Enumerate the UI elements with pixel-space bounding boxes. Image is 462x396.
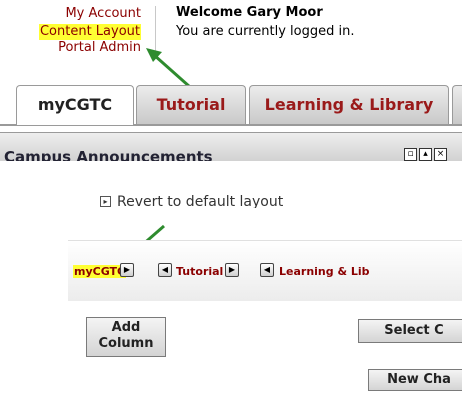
header-divider: [155, 6, 156, 58]
select-content-button[interactable]: Select C: [358, 319, 462, 343]
welcome-text: Welcome Gary Moor: [176, 5, 323, 20]
window-icon[interactable]: ▫: [404, 148, 417, 161]
layout-tab-learning-library[interactable]: Learning & Lib: [279, 265, 370, 278]
announcements-title: Campus Announcements: [4, 148, 213, 161]
arrow-left-icon[interactable]: ◀: [260, 263, 274, 277]
tab-tutorial[interactable]: Tutorial: [136, 85, 246, 124]
announcements-bar: Campus Announcements ▫ ▴ ×: [0, 132, 462, 161]
close-icon[interactable]: ×: [434, 148, 447, 161]
arrow-right-icon[interactable]: ▶: [120, 263, 134, 277]
add-column-button[interactable]: Add Column: [86, 317, 166, 357]
portal-admin-link[interactable]: Portal Admin: [0, 40, 141, 56]
revert-layout-option[interactable]: ▸ Revert to default layout: [100, 194, 283, 208]
portal-tab-bar: myCGTC Tutorial Learning & Library: [0, 85, 462, 125]
revert-icon: ▸: [100, 196, 111, 207]
layout-tab-mycgtc[interactable]: myCGTC: [73, 265, 127, 278]
arrow-left-icon[interactable]: ◀: [158, 263, 172, 277]
revert-label: Revert to default layout: [117, 194, 284, 208]
account-links: My Account Content Layout Portal Admin: [0, 6, 141, 56]
add-column-label-1: Add: [111, 320, 141, 335]
minimize-icon[interactable]: ▴: [419, 148, 432, 161]
arrow-right-icon[interactable]: ▶: [225, 263, 239, 277]
tab-mycgtc[interactable]: myCGTC: [16, 85, 134, 125]
login-status-text: You are currently logged in.: [176, 24, 355, 39]
layout-tab-tutorial[interactable]: Tutorial: [176, 265, 223, 278]
my-account-link[interactable]: My Account: [0, 6, 141, 22]
tab-learning-library[interactable]: Learning & Library: [249, 85, 449, 124]
tab-overflow[interactable]: [452, 85, 462, 124]
new-channel-button[interactable]: New Cha: [368, 369, 462, 391]
layout-tab-bar: myCGTC ▶ ◀ Tutorial ▶ ◀ Learning & Lib: [68, 240, 462, 301]
content-layout-link[interactable]: Content Layout: [38, 24, 141, 40]
add-column-label-2: Column: [98, 336, 154, 351]
